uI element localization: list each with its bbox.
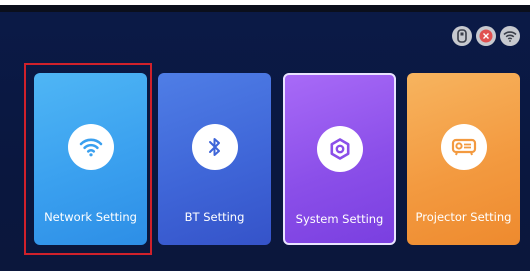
bluetooth-off-icon <box>476 26 496 46</box>
bluetooth-icon <box>191 124 238 170</box>
card-label: Projector Setting <box>415 210 512 224</box>
selection-focus-ring <box>24 63 152 255</box>
settings-hex-icon <box>316 126 363 172</box>
bt-setting-card[interactable]: BT Setting <box>158 73 271 245</box>
wifi-icon <box>500 26 520 46</box>
card-label: System Setting <box>295 212 384 226</box>
status-bar <box>452 26 520 46</box>
projector-icon <box>440 124 487 170</box>
top-bar <box>0 5 530 12</box>
usb-drive-icon <box>452 26 472 46</box>
card-label: BT Setting <box>184 210 245 224</box>
system-setting-card[interactable]: System Setting <box>283 73 396 245</box>
projector-setting-card[interactable]: Projector Setting <box>407 73 520 245</box>
